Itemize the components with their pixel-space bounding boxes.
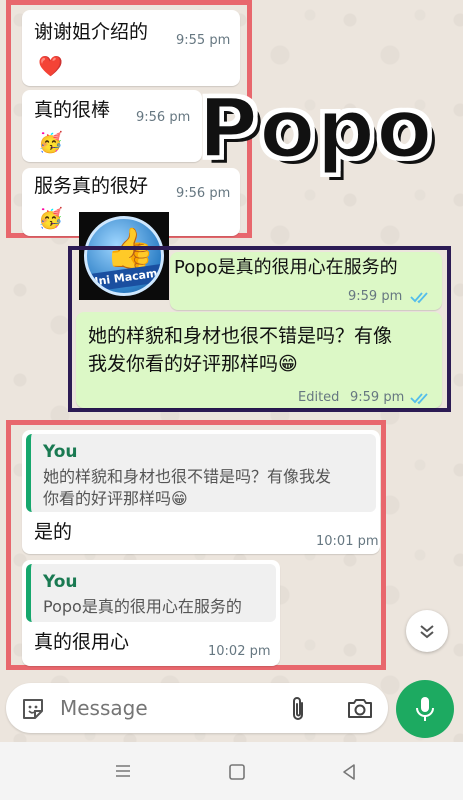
quoted-message[interactable]: You Popo是真的很用心在服务的: [26, 564, 276, 622]
message-text-line1: 她的样貌和身材也很不错是吗？有像: [88, 325, 393, 347]
popo-title-sticker: Popo: [196, 81, 434, 179]
back-icon[interactable]: [340, 763, 358, 781]
message-bubble-2[interactable]: 真的很棒 9:56 pm 🥳: [22, 90, 202, 162]
message-bubble-1[interactable]: 谢谢姐介绍的 9:55 pm ❤️: [22, 10, 240, 86]
message-text: 真的很棒: [34, 99, 111, 121]
party-emoji: 🥳: [38, 206, 63, 230]
double-check-icon: [410, 292, 428, 304]
paperclip-icon[interactable]: [288, 695, 308, 723]
message-time: 9:55 pm: [176, 33, 231, 48]
message-input[interactable]: [60, 693, 270, 723]
message-text: 真的很用心: [34, 631, 130, 653]
sticker-icon[interactable]: [20, 696, 46, 722]
voice-record-button[interactable]: [396, 680, 454, 738]
message-text: 服务真的很好: [34, 175, 149, 197]
message-bubble-6[interactable]: You 她的样貌和身材也很不错是吗？有像我发 你看的好评那样吗😁 是的 10:0…: [22, 430, 380, 554]
menu-icon[interactable]: [114, 763, 132, 779]
message-text: 是的: [34, 521, 73, 543]
camera-icon[interactable]: [346, 696, 374, 720]
quote-author: You: [43, 442, 78, 462]
scroll-to-bottom-button[interactable]: [406, 610, 448, 652]
quoted-message[interactable]: You 她的样貌和身材也很不错是吗？有像我发 你看的好评那样吗😁: [26, 434, 376, 512]
party-emoji: 🥳: [38, 130, 63, 154]
message-text: Popo是真的很用心在服务的: [174, 257, 398, 278]
message-bubble-7[interactable]: You Popo是真的很用心在服务的 真的很用心 10:02 pm: [22, 560, 280, 666]
heart-emoji: ❤️: [38, 54, 63, 78]
message-time: 9:56 pm: [176, 186, 231, 201]
message-time: 9:59 pm: [348, 289, 403, 304]
message-composer: [6, 683, 388, 733]
quote-text-line1: 她的样貌和身材也很不错是吗？有像我发: [43, 467, 332, 486]
message-text-line2: 我发你看的好评那样吗😁: [88, 353, 298, 375]
message-text: 谢谢姐介绍的: [34, 21, 149, 43]
home-icon[interactable]: [228, 763, 246, 781]
message-time: 9:59 pm: [350, 390, 405, 405]
microphone-icon: [416, 697, 434, 721]
message-time: 9:56 pm: [136, 110, 191, 125]
message-bubble-5[interactable]: 她的样貌和身材也很不错是吗？有像 我发你看的好评那样吗😁 Edited 9:59…: [76, 312, 442, 408]
quote-text-line2: 你看的好评那样吗😁: [43, 489, 188, 508]
double-chevron-down-icon: [420, 625, 434, 639]
message-time: 10:02 pm: [208, 644, 271, 659]
quote-author: You: [43, 572, 78, 592]
double-check-icon: [410, 393, 428, 405]
message-time: 10:01 pm: [316, 534, 379, 549]
system-navigation-bar: [0, 742, 463, 800]
quote-text-line1: Popo是真的很用心在服务的: [43, 597, 242, 616]
message-bubble-4[interactable]: Popo是真的很用心在服务的 9:59 pm: [170, 252, 442, 310]
edited-label: Edited: [298, 390, 340, 405]
